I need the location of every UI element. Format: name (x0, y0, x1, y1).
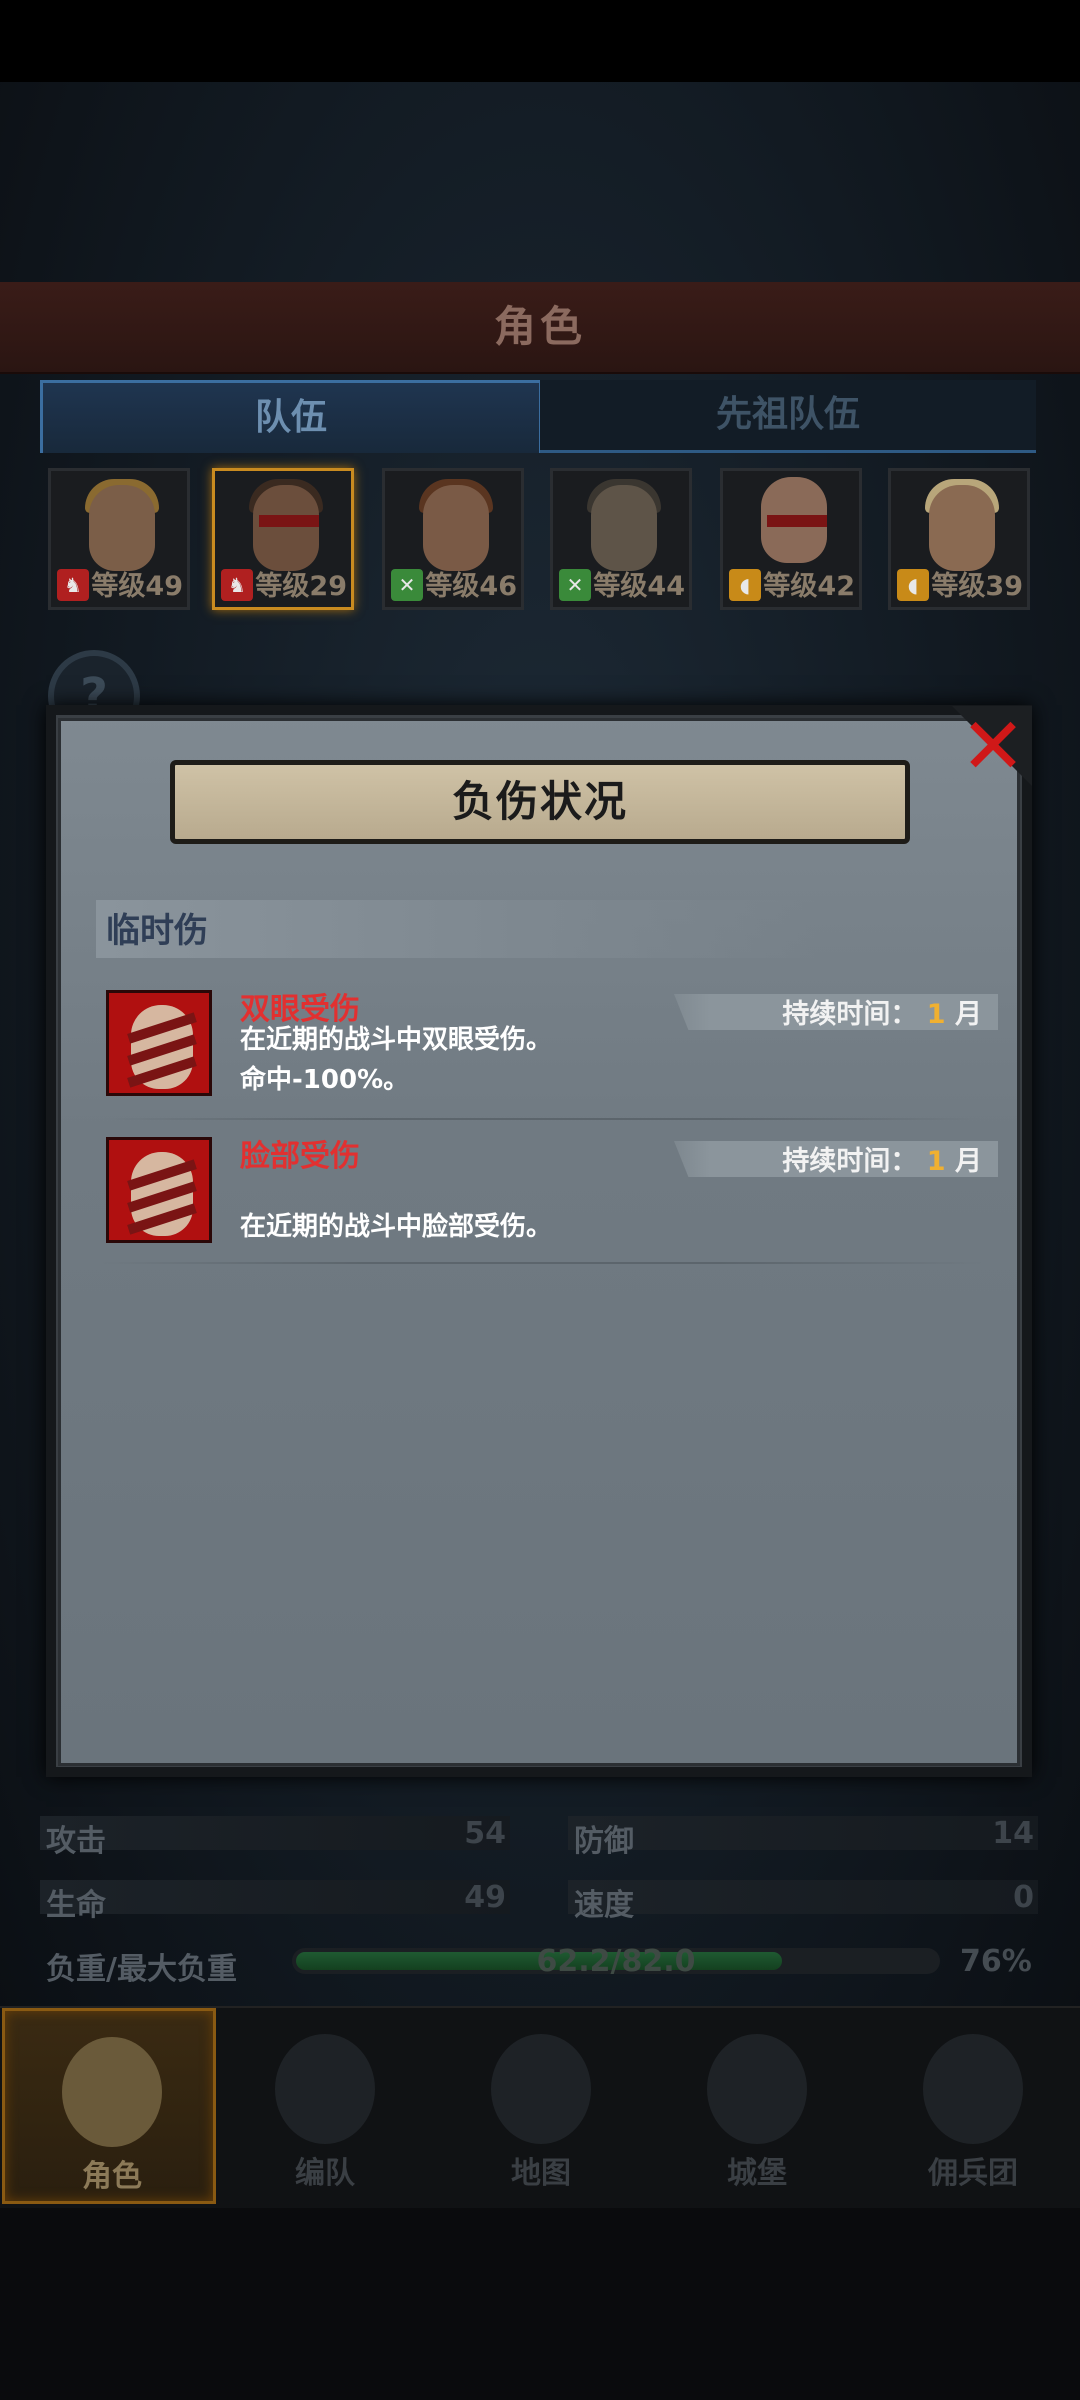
eye-bandage-icon (767, 515, 827, 527)
hero-level: 等级39 (931, 571, 1023, 602)
nav-label: 编队 (295, 2156, 355, 2191)
nav-label: 佣兵团 (928, 2156, 1018, 2191)
knight-icon (62, 2037, 162, 2147)
divider (102, 1262, 982, 1264)
crossed-swords-icon: ✕ (391, 569, 423, 601)
team-tabs: 队伍 先祖队伍 (40, 380, 1040, 453)
nav-formation[interactable]: 编队 (218, 2008, 432, 2204)
bottom-area (0, 2200, 1080, 2400)
hero-portrait[interactable]: ✕ 等级44 (550, 468, 692, 610)
hero-face-icon (253, 485, 319, 571)
injury-description: 在近期的战斗中脸部受伤。 (240, 1212, 553, 1242)
nav-label: 角色 (82, 2159, 142, 2194)
hero-portrait[interactable]: ♞ 等级49 (48, 468, 190, 610)
nav-character[interactable]: 角色 (2, 2008, 216, 2204)
injury-description: 在近期的战斗中双眼受伤。 (240, 1025, 553, 1055)
injury-item: 脸部受伤 持续时间： 1 月 在近期的战斗中脸部受伤。 (102, 1137, 998, 1247)
attack-label: 攻击 (46, 1824, 106, 1859)
mercenary-banner-icon (923, 2034, 1023, 2144)
nav-castle[interactable]: 城堡 (650, 2008, 864, 2204)
screen-title-bar: 角色 (0, 282, 1080, 374)
hero-level: 等级29 (255, 571, 347, 602)
hero-face-icon (591, 485, 657, 571)
hero-portrait-selected[interactable]: ♞ 等级29 (212, 468, 354, 610)
hero-level: 等级42 (763, 571, 855, 602)
screen-title: 角色 (493, 302, 586, 351)
load-label: 负重/最大负重 (46, 1952, 237, 1987)
hp-value: 49 (464, 1880, 506, 1915)
nav-label: 地图 (511, 2156, 571, 2191)
close-button[interactable]: ✕ (958, 708, 1028, 786)
hero-portrait[interactable]: ◖ 等级39 (888, 468, 1030, 610)
hero-face-icon (423, 485, 489, 571)
injury-item: 双眼受伤 持续时间： 1 月 在近期的战斗中双眼受伤。 命中-100%。 (102, 990, 998, 1100)
horse-icon: ♞ (57, 569, 89, 601)
hero-face-icon (929, 485, 995, 571)
hero-level: 等级44 (593, 571, 685, 602)
load-value: 62.2/82.0 (536, 1944, 696, 1979)
defense-label: 防御 (574, 1824, 634, 1859)
speed-value: 0 (1013, 1880, 1034, 1915)
hero-level: 等级49 (91, 571, 183, 602)
injury-duration: 持续时间： 1 月 (782, 999, 982, 1030)
hero-face-icon (89, 485, 155, 571)
modal-title: 负伤状况 (451, 777, 628, 826)
hero-portrait[interactable]: ◖ 等级42 (720, 468, 862, 610)
hp-label: 生命 (46, 1888, 106, 1923)
injury-name: 脸部受伤 (240, 1139, 360, 1174)
injury-effect: 命中-100%。 (240, 1065, 410, 1095)
divider (102, 1118, 982, 1120)
attack-value: 54 (464, 1816, 506, 1851)
helmet-icon (275, 2034, 375, 2144)
crossed-swords-icon: ✕ (559, 569, 591, 601)
castle-icon (707, 2034, 807, 2144)
shield-icon: ◖ (897, 569, 929, 601)
hero-level: 等级46 (425, 571, 517, 602)
eye-bandage-icon (259, 515, 319, 527)
injury-duration: 持续时间： 1 月 (782, 1146, 982, 1177)
horse-icon: ♞ (221, 569, 253, 601)
compass-map-icon (491, 2034, 591, 2144)
bandaged-head-icon (106, 990, 212, 1096)
tab-ancestor-team[interactable]: 先祖队伍 (540, 380, 1036, 453)
hero-portrait[interactable]: ✕ 等级46 (382, 468, 524, 610)
bandaged-head-icon (106, 1137, 212, 1243)
speed-label: 速度 (574, 1888, 634, 1923)
load-percent: 76% (960, 1944, 1032, 1979)
shield-icon: ◖ (729, 569, 761, 601)
tab-team[interactable]: 队伍 (40, 380, 542, 453)
section-title: 临时伤 (106, 911, 208, 951)
nav-label: 城堡 (727, 2156, 787, 2191)
defense-value: 14 (992, 1816, 1034, 1851)
nav-map[interactable]: 地图 (434, 2008, 648, 2204)
status-bar (0, 0, 1080, 82)
nav-mercenary[interactable]: 佣兵团 (866, 2008, 1080, 2204)
